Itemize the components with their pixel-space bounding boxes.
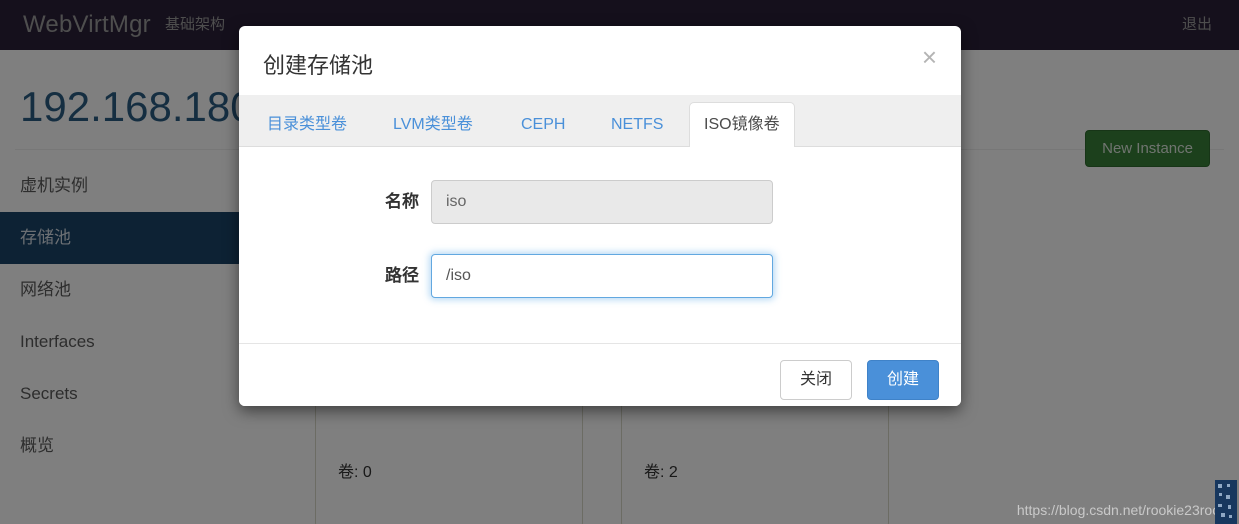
path-input[interactable]	[431, 254, 773, 298]
qr-code-badge	[1215, 480, 1237, 524]
close-icon[interactable]: ×	[916, 40, 943, 74]
tab-netfs[interactable]: NETFS	[597, 103, 677, 147]
tab-iso-volume[interactable]: ISO镜像卷	[689, 102, 795, 148]
modal-header: 创建存储池 ×	[239, 26, 961, 95]
path-label: 路径	[385, 266, 419, 285]
modal-body: 名称 路径	[239, 147, 961, 343]
modal-footer: 关闭 创建	[239, 343, 961, 406]
close-button[interactable]: 关闭	[779, 360, 852, 400]
app-root: WebVirtMgr 基础架构 退出 192.168.180 New Insta…	[0, 0, 1239, 524]
name-input[interactable]	[431, 180, 773, 224]
tab-ceph[interactable]: CEPH	[507, 103, 579, 147]
create-storage-pool-modal: 创建存储池 × 目录类型卷 LVM类型卷 CEPH NETFS ISO镜像卷 名…	[239, 26, 961, 406]
watermark-text: https://blog.csdn.net/rookie23rook	[1016, 502, 1227, 518]
tab-dir-volume[interactable]: 目录类型卷	[253, 103, 361, 147]
modal-tab-bar: 目录类型卷 LVM类型卷 CEPH NETFS ISO镜像卷	[239, 95, 961, 148]
modal-title: 创建存储池	[263, 53, 374, 78]
create-button[interactable]: 创建	[866, 360, 939, 400]
name-label: 名称	[385, 192, 419, 211]
tab-lvm-volume[interactable]: LVM类型卷	[379, 103, 487, 147]
